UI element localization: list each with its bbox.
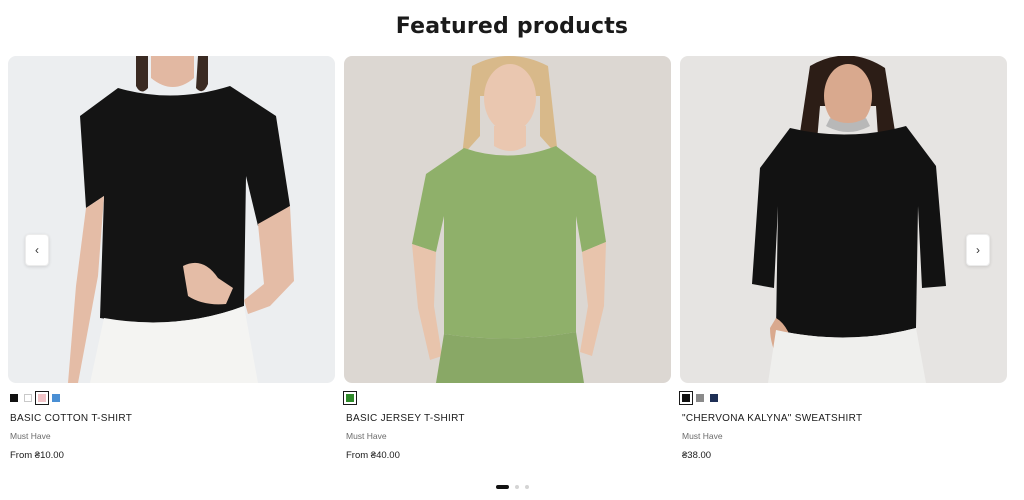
product-photo-black-sweatshirt (680, 56, 1007, 383)
product-photo-black-tshirt (8, 56, 335, 383)
product-price: From ₴40.00 (346, 450, 400, 461)
product-title[interactable]: BASIC COTTON T-SHIRT (8, 413, 335, 424)
product-vendor: Must Have (682, 431, 723, 441)
chevron-left-icon: ‹ (35, 243, 39, 257)
product-vendor: Must Have (346, 431, 387, 441)
color-swatch-black[interactable] (679, 391, 693, 405)
carousel-prev-button[interactable]: ‹ (25, 234, 49, 266)
product-card[interactable]: BASIC COTTON T-SHIRT Must Have From ₴10.… (8, 56, 335, 461)
product-vendor: Must Have (10, 431, 51, 441)
pagination-dot-3[interactable] (524, 485, 529, 489)
carousel-next-button[interactable]: › (966, 234, 990, 266)
product-image[interactable] (8, 56, 335, 383)
product-title[interactable]: BASIC JERSEY T-SHIRT (344, 413, 671, 424)
color-swatch-navy[interactable] (710, 394, 718, 402)
color-swatch-grey[interactable] (696, 394, 704, 402)
color-swatches (679, 391, 1007, 405)
product-price: ₴38.00 (682, 450, 712, 461)
product-title[interactable]: "CHERVONA KALYNA" SWEATSHIRT (680, 413, 1007, 424)
product-card[interactable]: BASIC JERSEY T-SHIRT Must Have From ₴40.… (343, 56, 671, 461)
section-title: Featured products (395, 14, 629, 39)
product-image[interactable] (344, 56, 671, 383)
color-swatches (343, 391, 671, 405)
pagination-dot-1[interactable] (495, 485, 509, 489)
color-swatch-white[interactable] (24, 394, 32, 402)
product-photo-green-tshirt (344, 56, 671, 383)
carousel-pagination (0, 485, 1024, 489)
pagination-dot-2[interactable] (514, 485, 519, 489)
color-swatches (8, 391, 335, 405)
product-card[interactable]: "CHERVONA KALYNA" SWEATSHIRT Must Have ₴… (679, 56, 1007, 461)
color-swatch-green[interactable] (343, 391, 357, 405)
chevron-right-icon: › (976, 243, 980, 257)
product-image[interactable] (680, 56, 1007, 383)
color-swatch-black[interactable] (10, 394, 18, 402)
color-swatch-blue[interactable] (52, 394, 60, 402)
color-swatch-pink[interactable] (35, 391, 49, 405)
product-price: From ₴10.00 (10, 450, 64, 461)
